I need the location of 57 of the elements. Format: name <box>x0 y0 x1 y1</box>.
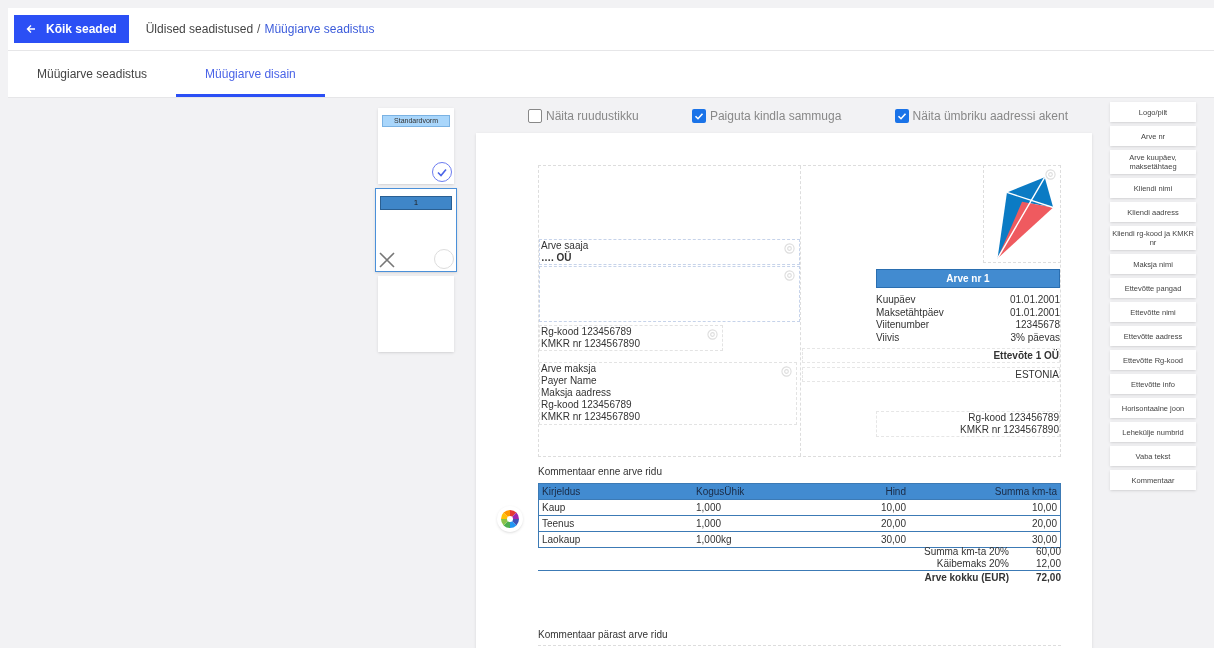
table-cell-text: 20,00 <box>1030 517 1057 531</box>
table-cell-text: 30,00 <box>879 533 906 547</box>
payer-line: Arve maksja <box>541 363 596 375</box>
table-cell-text: Laokaup <box>542 533 582 547</box>
column-header: Hind <box>884 485 906 499</box>
invoice-title: Arve nr 1 <box>876 269 1060 288</box>
recipient-name: …. OÜ <box>541 252 572 264</box>
checkbox-label: Näita ümbriku aadressi akent <box>912 108 1068 125</box>
column-header: KogusÜhik <box>696 485 746 499</box>
client-code: Rg-kood 123456789 <box>541 326 632 338</box>
company-code: Rg-kood 123456789 <box>967 412 1059 424</box>
tab[interactable]: Müügiarve seadistus <box>8 51 177 97</box>
table-cell-text: Teenus <box>542 517 576 531</box>
total-value: 12,00 <box>1034 558 1061 570</box>
breadcrumb-separator: / <box>257 21 261 38</box>
breadcrumb-link[interactable]: Müügiarve seadistus <box>264 20 375 38</box>
table-cell-text: 20,00 <box>879 517 906 531</box>
detail-label: Viitenumber <box>876 319 930 332</box>
breadcrumb-link[interactable]: Üldised seadistused <box>145 20 254 38</box>
detail-value: 12345678 <box>1015 319 1060 332</box>
detail-label: Maksetähtpäev <box>876 306 944 319</box>
checkbox-label: Paiguta kindla sammuga <box>709 108 842 125</box>
template-label: 1 <box>380 196 452 210</box>
payer-line: Rg-kood 123456789 <box>541 399 632 411</box>
total-value: 72,00 <box>1034 572 1061 584</box>
total-label: Käibemaks 20% <box>936 558 1009 570</box>
client-code: KMKR nr 1234567890 <box>541 338 640 350</box>
payer-line: Payer Name <box>541 375 597 387</box>
comment-text: Kommentaar enne arve ridu <box>538 465 663 479</box>
table-cell-text: 10,00 <box>1030 501 1057 515</box>
company-country: ESTONIA <box>1015 368 1059 381</box>
detail-value: 3% päevas <box>1010 331 1060 344</box>
detail-value: 01.01.2001 <box>1009 294 1060 307</box>
total-label: Arve kokku (EUR) <box>924 572 1009 584</box>
company-code: KMKR nr 1234567890 <box>959 424 1059 436</box>
detail-label: Kuupäev <box>876 294 916 307</box>
comment-text: Kommentaar pärast arve ridu <box>538 628 669 642</box>
back-button[interactable]: Kõik seaded <box>14 15 129 43</box>
table-cell-text: 1,000 <box>696 501 723 515</box>
table-cell-text: 10,00 <box>879 501 906 515</box>
payer-line: KMKR nr 1234567890 <box>541 411 640 423</box>
column-header: Kirjeldus <box>542 485 582 499</box>
payer-line: Maksja aadress <box>541 387 612 399</box>
checkbox-label: Näita ruudustikku <box>546 108 639 125</box>
template-card[interactable]: 1 <box>375 188 457 272</box>
table-cell-text: 1,000kg <box>696 533 733 547</box>
total-label: Summa km-ta 20% <box>923 546 1009 558</box>
company-name: Ettevõte 1 OÜ <box>993 349 1059 362</box>
table-cell-text: Kaup <box>542 501 567 515</box>
table-cell-text: 30,00 <box>1030 533 1057 547</box>
total-value: 60,00 <box>1034 546 1061 558</box>
recipient-heading: Arve saaja <box>541 240 589 252</box>
tab[interactable]: Müügiarve disain <box>176 51 325 97</box>
table-cell-text: 1,000 <box>696 517 723 531</box>
column-header: Summa km-ta <box>993 485 1057 499</box>
detail-label: Viivis <box>876 331 900 344</box>
detail-value: 01.01.2001 <box>1009 306 1060 319</box>
